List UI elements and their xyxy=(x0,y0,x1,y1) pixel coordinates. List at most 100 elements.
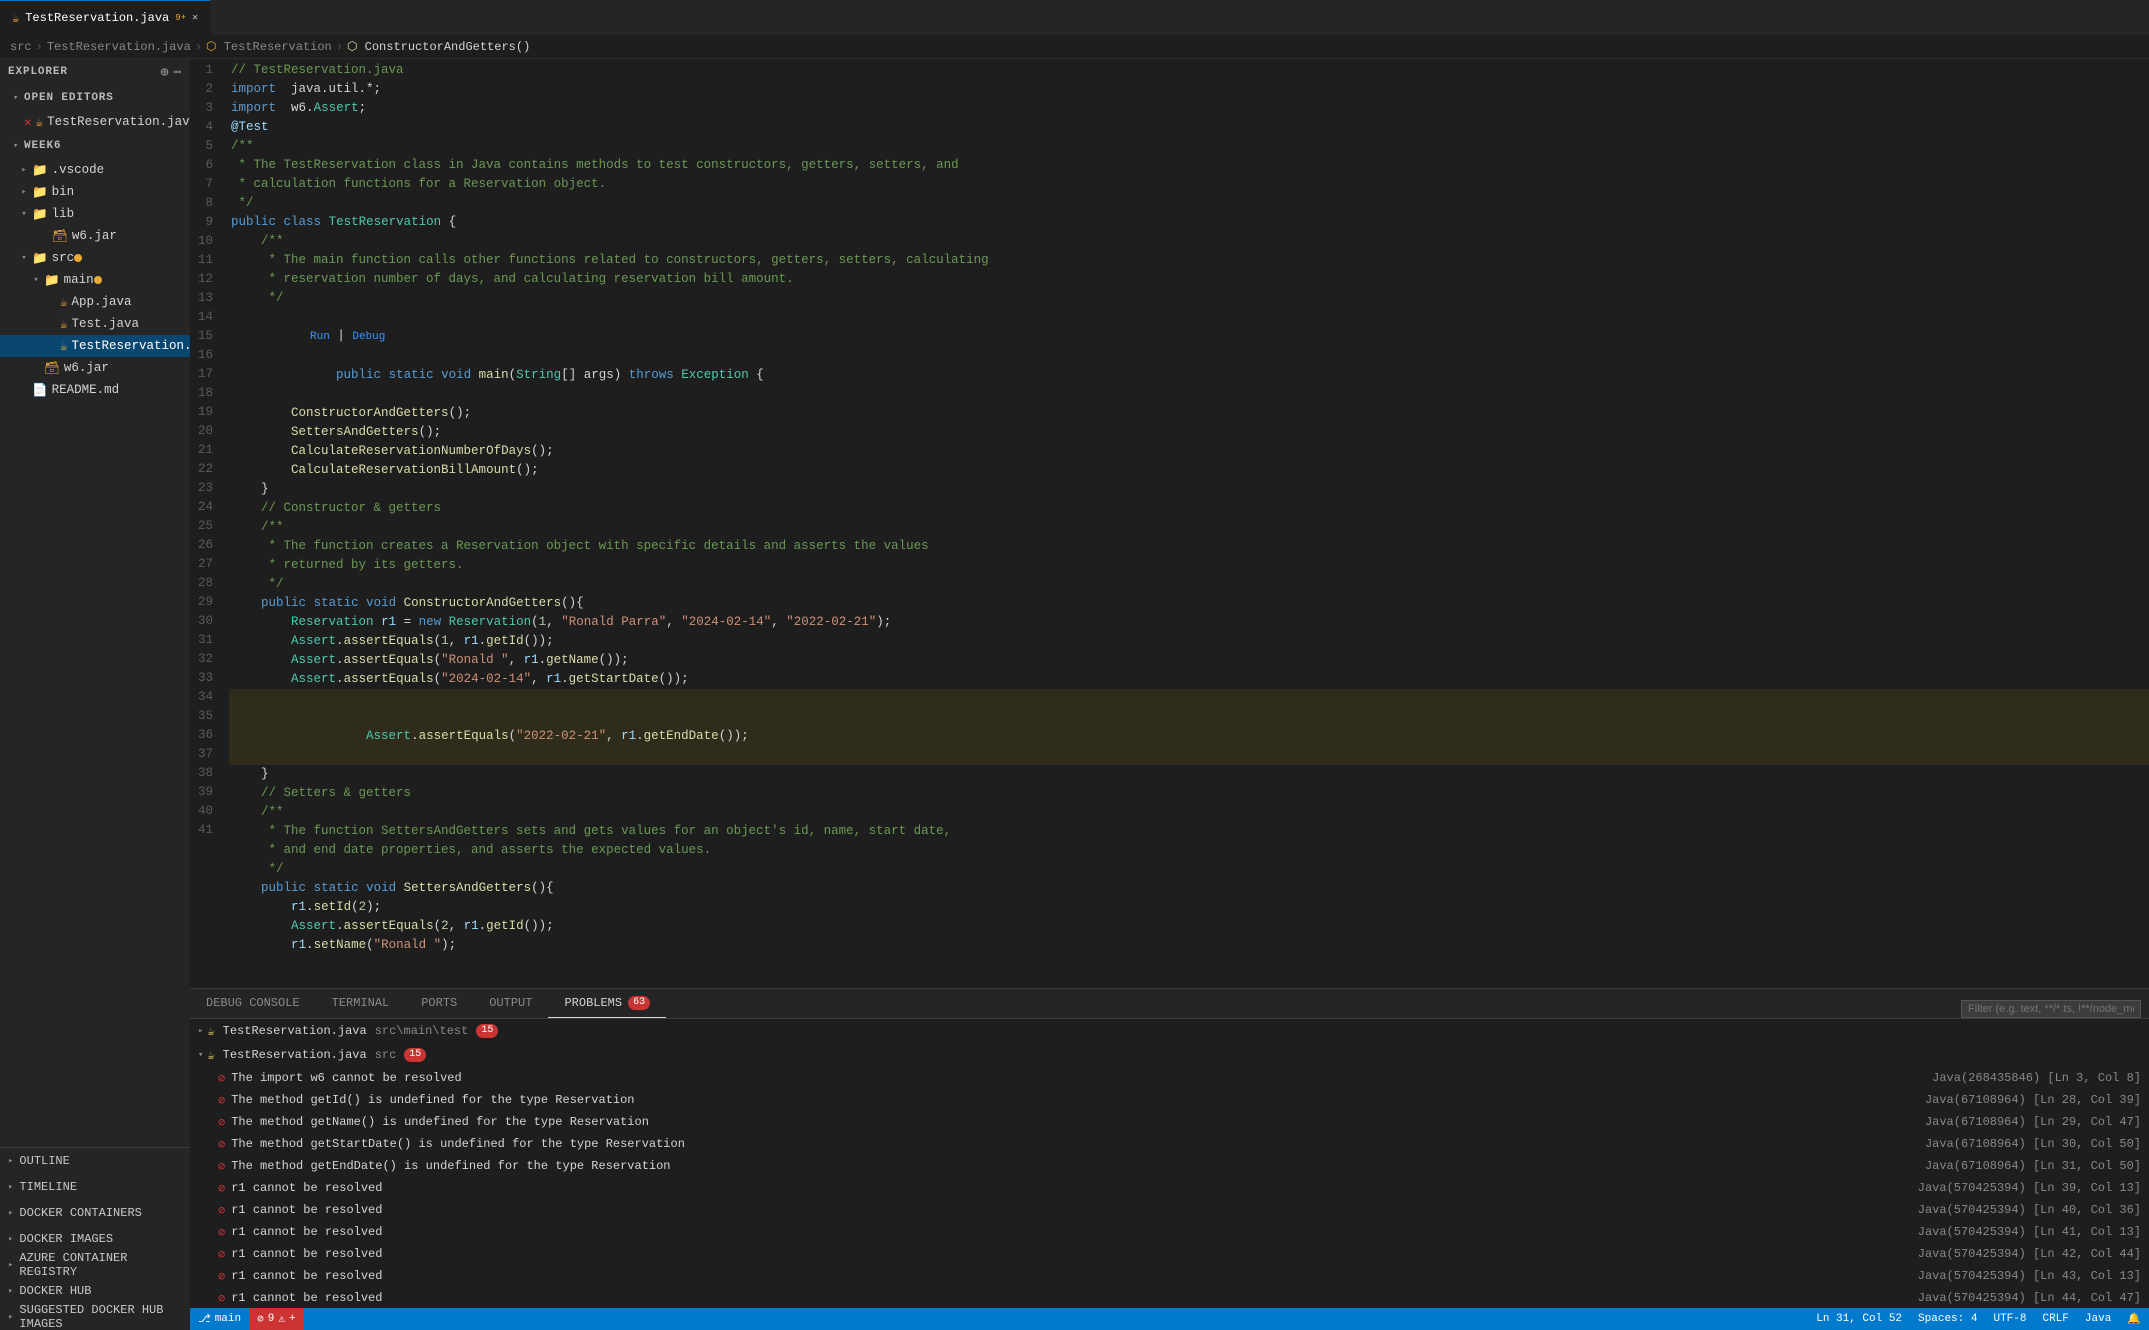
lightbulb-icon[interactable]: 💡 xyxy=(225,690,226,709)
sidebar-item-src[interactable]: ▾ 📁 src xyxy=(0,247,190,269)
bell-icon: 🔔 xyxy=(2127,1312,2141,1326)
week6-label: WEEK6 xyxy=(24,140,61,152)
java-icon-test: ☕ xyxy=(60,316,68,332)
code-line-9: */ xyxy=(229,194,2149,213)
problem-item-10[interactable]: ⊘ r1 cannot be resolved Java(570425394) … xyxy=(190,1265,2149,1287)
group1-badge: 15 xyxy=(476,1024,498,1038)
problem-location-7: Java(570425394) [Ln 40, Col 36] xyxy=(1918,1203,2141,1217)
problem-item-6[interactable]: ⊘ r1 cannot be resolved Java(570425394) … xyxy=(190,1177,2149,1199)
status-bell[interactable]: 🔔 xyxy=(2119,1308,2149,1330)
code-line-36: * and end date properties, and asserts t… xyxy=(229,841,2149,860)
sidebar-item-suggested-docker[interactable]: ▸ SUGGESTED DOCKER HUB IMAGES xyxy=(0,1304,190,1330)
sidebar-item-bin[interactable]: ▸ 📁 bin xyxy=(0,181,190,203)
folder-icon-lib: 📁 xyxy=(32,207,48,222)
problems-group-2-header[interactable]: ▾ ☕ TestReservation.java src 15 xyxy=(190,1043,2149,1067)
tab-ports[interactable]: PORTS xyxy=(405,988,473,1018)
status-eol[interactable]: CRLF xyxy=(2034,1308,2076,1330)
jar-icon: 🗃 xyxy=(52,229,68,244)
code-editor[interactable]: 12345 678910 1112131415 1617181920 21222… xyxy=(190,59,2149,988)
sidebar-item-testreservation[interactable]: ☕ TestReservation.java 9+ xyxy=(0,335,190,357)
problem-item-3[interactable]: ⊘ The method getName() is undefined for … xyxy=(190,1111,2149,1133)
status-git-branch[interactable]: ⎇ main xyxy=(190,1308,249,1330)
sidebar-item-w6jar-src[interactable]: 🗃 w6.jar xyxy=(0,357,190,379)
tab-testreservation[interactable]: ☕ TestReservation.java 9+ ✕ xyxy=(0,0,211,35)
problem-item-4[interactable]: ⊘ The method getStartDate() is undefined… xyxy=(190,1133,2149,1155)
tab-output[interactable]: OUTPUT xyxy=(473,988,548,1018)
open-editor-java-icon: ☕ xyxy=(36,114,44,130)
tab-java-icon: ☕ xyxy=(12,11,19,26)
sidebar-item-vscode[interactable]: ▸ 📁 .vscode xyxy=(0,159,190,181)
error-icon-4: ⊘ xyxy=(218,1137,225,1152)
code-line-21: // Constructor & getters xyxy=(229,499,2149,518)
problem-item-5[interactable]: ⊘ The method getEndDate() is undefined f… xyxy=(190,1155,2149,1177)
src-label: src xyxy=(52,251,75,265)
problem-location-10: Java(570425394) [Ln 43, Col 13] xyxy=(1918,1269,2141,1283)
sidebar-item-main[interactable]: ▾ 📁 main xyxy=(0,269,190,291)
status-ln-col[interactable]: Ln 31, Col 52 xyxy=(1808,1308,1910,1330)
sidebar-item-azure-container-registry[interactable]: ▸ AZURE CONTAINER REGISTRY xyxy=(0,1252,190,1278)
code-content[interactable]: // TestReservation.java import java.util… xyxy=(225,59,2149,988)
week6-section[interactable]: ▾ WEEK6 xyxy=(0,133,190,159)
group1-filename: TestReservation.java xyxy=(223,1024,367,1038)
status-spaces[interactable]: Spaces: 4 xyxy=(1910,1308,1985,1330)
breadcrumb-method[interactable]: ⬡ ConstructorAndGetters() xyxy=(347,39,530,54)
problem-item-2[interactable]: ⊘ The method getId() is undefined for th… xyxy=(190,1089,2149,1111)
appjava-label: App.java xyxy=(72,295,132,309)
code-line-34: /** xyxy=(229,803,2149,822)
timeline-label: TIMELINE xyxy=(19,1180,77,1194)
tab-debug-console[interactable]: DEBUG CONSOLE xyxy=(190,988,316,1018)
timeline-chevron: ▸ xyxy=(8,1182,13,1192)
sidebar-item-outline[interactable]: ▸ OUTLINE xyxy=(0,1148,190,1174)
close-icon[interactable]: ✕ xyxy=(192,12,198,24)
outline-label: OUTLINE xyxy=(19,1154,69,1168)
error-icon-10: ⊘ xyxy=(218,1269,225,1284)
open-editor-item[interactable]: ✕ ☕ TestReservation.java 9+ xyxy=(0,111,190,133)
problem-item-1[interactable]: ⊘ The import w6 cannot be resolved Java(… xyxy=(190,1067,2149,1089)
open-editor-label: TestReservation.java xyxy=(47,115,190,129)
breadcrumb-file[interactable]: TestReservation.java xyxy=(47,40,191,54)
code-line-27: Reservation r1 = new Reservation(1, "Ron… xyxy=(229,613,2149,632)
status-language[interactable]: Java xyxy=(2077,1308,2119,1330)
tab-problems[interactable]: PROBLEMS 63 xyxy=(548,988,666,1018)
filter-input[interactable] xyxy=(1961,1000,2141,1018)
problem-msg-10: r1 cannot be resolved xyxy=(231,1269,1904,1283)
tab-terminal[interactable]: TERMINAL xyxy=(316,988,406,1018)
group1-file-icon: ☕ xyxy=(207,1024,214,1039)
problem-item-11[interactable]: ⊘ r1 cannot be resolved Java(570425394) … xyxy=(190,1287,2149,1308)
lib-chevron: ▾ xyxy=(16,209,32,219)
sidebar-item-appjava[interactable]: ☕ App.java xyxy=(0,291,190,313)
problems-group-1-header[interactable]: ▸ ☕ TestReservation.java src\main\test 1… xyxy=(190,1019,2149,1043)
open-editors-section[interactable]: ▾ OPEN EDITORS xyxy=(0,85,190,111)
status-encoding[interactable]: UTF-8 xyxy=(1985,1308,2034,1330)
new-file-icon[interactable]: ⊕ xyxy=(161,65,170,80)
sidebar-item-docker-images[interactable]: ▸ DOCKER IMAGES xyxy=(0,1226,190,1252)
breadcrumb-src[interactable]: src xyxy=(10,40,32,54)
ln-col-label: Ln 31, Col 52 xyxy=(1816,1313,1902,1325)
more-actions-icon[interactable]: ⋯ xyxy=(173,65,182,80)
sidebar-item-w6jar-lib[interactable]: 🗃 w6.jar xyxy=(0,225,190,247)
sidebar-item-docker-hub[interactable]: ▸ DOCKER HUB xyxy=(0,1278,190,1304)
problem-location-1: Java(268435846) [Ln 3, Col 8] xyxy=(1932,1071,2141,1085)
problem-item-7[interactable]: ⊘ r1 cannot be resolved Java(570425394) … xyxy=(190,1199,2149,1221)
sidebar-item-testjava[interactable]: ☕ Test.java xyxy=(0,313,190,335)
problem-item-9[interactable]: ⊘ r1 cannot be resolved Java(570425394) … xyxy=(190,1243,2149,1265)
code-line-29: Assert.assertEquals("Ronald ", r1.getNam… xyxy=(229,651,2149,670)
problems-label: PROBLEMS xyxy=(564,996,622,1010)
sidebar-item-docker-containers[interactable]: ▸ DOCKER CONTAINERS xyxy=(0,1200,190,1226)
status-errors[interactable]: ⊘ 9 ⚠ + xyxy=(249,1308,303,1330)
problem-location-2: Java(67108964) [Ln 28, Col 39] xyxy=(1925,1093,2141,1107)
close-editor-icon[interactable]: ✕ xyxy=(24,114,32,130)
sidebar-item-lib[interactable]: ▾ 📁 lib xyxy=(0,203,190,225)
error-circle-icon: ⊘ xyxy=(257,1312,264,1326)
code-line-28: Assert.assertEquals(1, r1.getId()); xyxy=(229,632,2149,651)
sidebar-actions: ⊕ ⋯ xyxy=(161,65,182,80)
sidebar-item-readme[interactable]: 📄 README.md xyxy=(0,379,190,401)
breadcrumb-class[interactable]: ⬡ TestReservation xyxy=(206,39,332,54)
problem-msg-11: r1 cannot be resolved xyxy=(231,1291,1904,1305)
sidebar-item-timeline[interactable]: ▸ TIMELINE xyxy=(0,1174,190,1200)
w6jar-label: w6.jar xyxy=(72,229,117,243)
code-line-14: */ xyxy=(229,289,2149,308)
run-debug-links[interactable]: Run | Debug xyxy=(310,329,385,343)
error-count: 9 xyxy=(268,1313,275,1325)
problem-item-8[interactable]: ⊘ r1 cannot be resolved Java(570425394) … xyxy=(190,1221,2149,1243)
